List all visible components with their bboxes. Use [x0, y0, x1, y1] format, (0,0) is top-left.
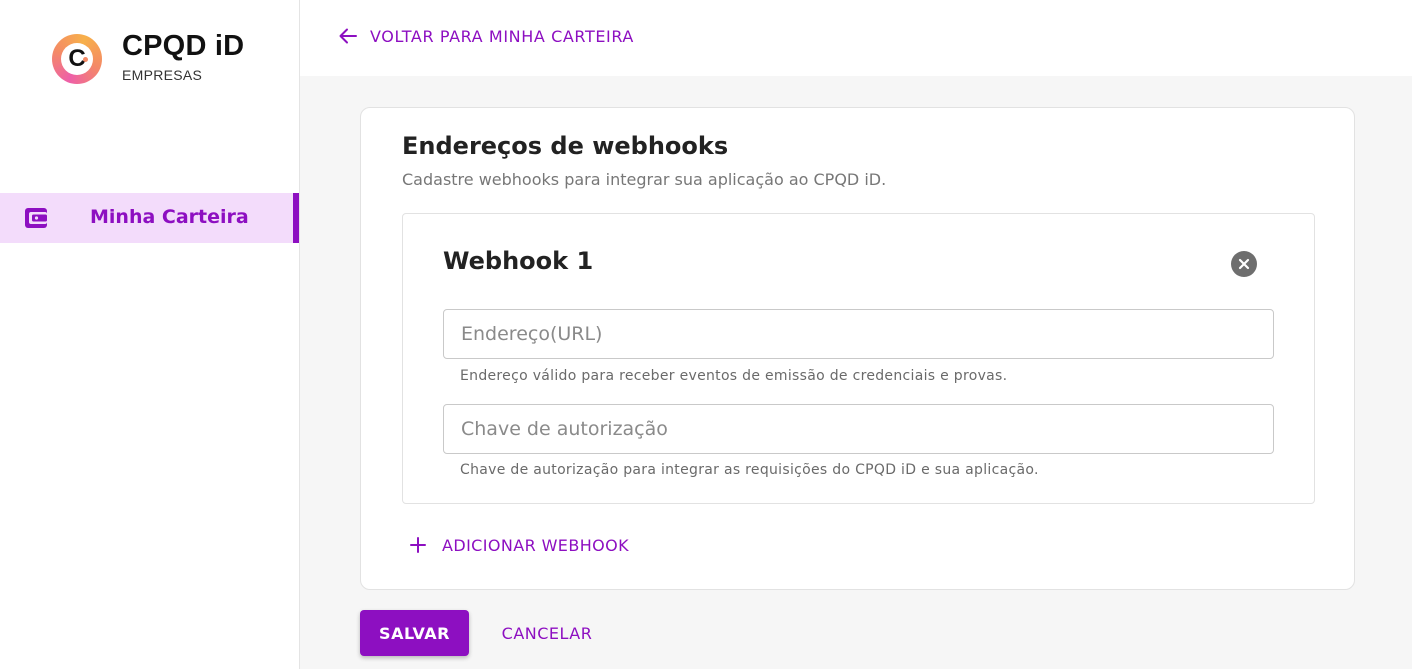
cpqd-logo-icon: C: [52, 34, 102, 84]
card-subtitle: Cadastre webhooks para integrar sua apli…: [402, 170, 887, 189]
add-webhook-button[interactable]: ADICIONAR WEBHOOK: [408, 535, 629, 555]
brand-name: CPQD iD: [122, 30, 245, 62]
card-title: Endereços de webhooks: [402, 132, 729, 160]
url-field: [443, 309, 1274, 359]
close-icon: [1238, 258, 1250, 270]
arrow-left-icon: [339, 28, 357, 44]
wallet-icon: [25, 208, 47, 228]
add-webhook-label: ADICIONAR WEBHOOK: [442, 535, 630, 555]
auth-key-field: [443, 404, 1274, 454]
url-input[interactable]: [444, 310, 1273, 358]
sidebar: C CPQD iD EMPRESAS Minha Carteira: [0, 0, 300, 669]
sidebar-item-label: Minha Carteira: [90, 206, 249, 228]
cancel-button[interactable]: CANCELAR: [486, 610, 608, 656]
url-helper-text: Endereço válido para receber eventos de …: [460, 368, 1008, 384]
remove-webhook-button[interactable]: [1231, 251, 1257, 277]
sidebar-item-minha-carteira[interactable]: Minha Carteira: [0, 193, 299, 243]
brand[interactable]: C CPQD iD EMPRESAS: [52, 30, 244, 84]
webhook-item: Webhook 1 Endereço válido para receber e…: [402, 213, 1315, 504]
back-to-wallet-link[interactable]: VOLTAR PARA MINHA CARTEIRA: [338, 26, 634, 46]
topbar: VOLTAR PARA MINHA CARTEIRA: [300, 0, 1412, 76]
auth-key-helper-text: Chave de autorização para integrar as re…: [460, 462, 1039, 478]
brand-subtitle: EMPRESAS: [122, 67, 203, 83]
app-root: C CPQD iD EMPRESAS Minha Carteira VOLTAR…: [0, 0, 1412, 669]
webhook-title: Webhook 1: [443, 247, 594, 275]
back-link-label: VOLTAR PARA MINHA CARTEIRA: [370, 26, 634, 46]
webhooks-card: Endereços de webhooks Cadastre webhooks …: [360, 107, 1355, 590]
plus-icon: [410, 537, 426, 553]
save-button[interactable]: SALVAR: [360, 610, 469, 656]
auth-key-input[interactable]: [444, 405, 1273, 453]
